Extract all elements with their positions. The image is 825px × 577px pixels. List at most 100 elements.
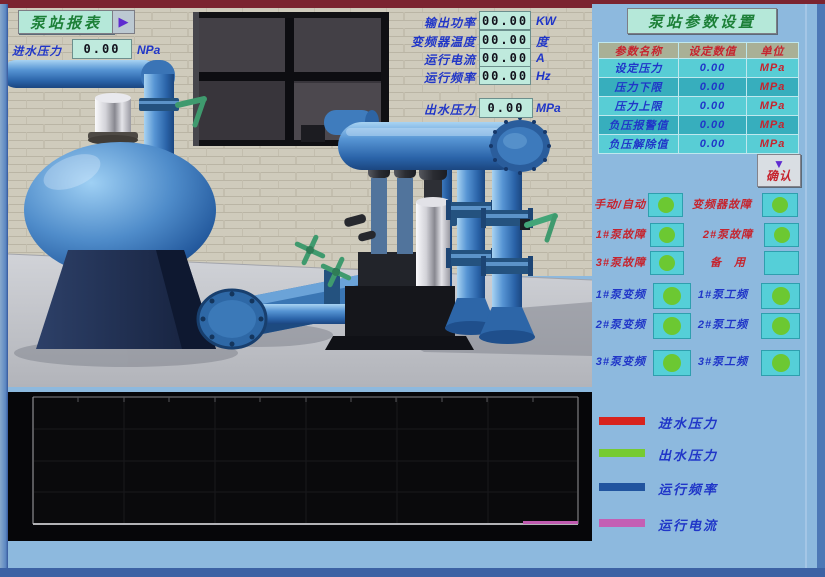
trend-chart xyxy=(8,392,592,541)
tank-top-vessel xyxy=(88,93,138,145)
setting-value-cell[interactable]: 0.00 xyxy=(679,135,747,154)
setting-name-cell: 压力下限 xyxy=(599,78,679,97)
readout-label: 变频器温度 xyxy=(368,33,476,50)
setting-unit-cell: MPa xyxy=(747,116,799,135)
frame-left xyxy=(0,4,8,568)
lamp-on-icon xyxy=(772,197,788,213)
setting-name-cell: 负压报警值 xyxy=(599,116,679,135)
status-label-6: 备 用 xyxy=(698,249,758,275)
readout-label: 输出功率 xyxy=(368,14,476,31)
settings-header-cell: 参数名称 xyxy=(599,43,679,59)
setting-value-cell[interactable]: 0.00 xyxy=(679,97,747,116)
status-lamp-2 xyxy=(762,193,798,217)
outlet-pressure-unit: MPa xyxy=(536,101,561,115)
status-lamp-5 xyxy=(650,251,684,275)
readout-unit: 度 xyxy=(536,33,548,50)
inlet-pressure-value: 0.00 xyxy=(72,39,132,59)
settings-header-cell: 单位 xyxy=(747,43,799,59)
frame-bottom xyxy=(0,568,825,577)
settings-table-header: 参数名称设定数值单位 xyxy=(599,43,799,59)
status-label-11: 3#泵变频 xyxy=(592,348,646,374)
status-lamp-12 xyxy=(761,350,800,376)
setting-unit-cell: MPa xyxy=(747,59,799,78)
settings-table-row: 压力下限0.00MPa xyxy=(599,78,799,97)
status-label-4: 2#泵故障 xyxy=(698,221,758,247)
setting-unit-cell: MPa xyxy=(747,135,799,154)
status-label-5: 3#泵故障 xyxy=(592,249,646,275)
readout-label: 运行电流 xyxy=(368,51,476,68)
status-lamp-11 xyxy=(653,350,691,376)
settings-table-row: 压力上限0.00MPa xyxy=(599,97,799,116)
legend-label: 运行频率 xyxy=(658,479,718,498)
settings-table-row: 负压解除值0.00MPa xyxy=(599,135,799,154)
status-label-9: 2#泵变频 xyxy=(592,311,646,337)
settings-table-row: 设定压力0.00MPa xyxy=(599,59,799,78)
lamp-on-icon xyxy=(663,317,681,335)
readout-value: 00.00 xyxy=(479,11,531,30)
status-label-1: 手动/自动 xyxy=(578,191,646,217)
lamp-on-icon xyxy=(774,227,790,243)
status-lamp-10 xyxy=(761,313,800,339)
status-lamp-8 xyxy=(761,283,800,309)
outlet-manifold xyxy=(338,116,551,175)
inlet-pressure-unit: NPa xyxy=(137,43,160,57)
status-label-3: 1#泵故障 xyxy=(592,221,646,247)
status-lamp-1[interactable] xyxy=(648,193,683,217)
settings-table: 参数名称设定数值单位设定压力0.00MPa压力下限0.00MPa压力上限0.00… xyxy=(598,42,799,154)
setting-unit-cell: MPa xyxy=(747,78,799,97)
settings-table-row: 负压报警值0.00MPa xyxy=(599,116,799,135)
status-label-12: 3#泵工频 xyxy=(694,348,752,374)
current-trace-segment xyxy=(523,521,578,524)
legend-label: 运行电流 xyxy=(658,515,718,534)
status-label-10: 2#泵工频 xyxy=(694,311,752,337)
outlet-pressure-value: 0.00 xyxy=(479,98,533,118)
lamp-on-icon xyxy=(658,197,674,213)
status-lamp-7 xyxy=(653,283,691,309)
frame-right xyxy=(817,4,825,568)
setting-name-cell: 压力上限 xyxy=(599,97,679,116)
setting-name-cell: 设定压力 xyxy=(599,59,679,78)
status-label-2: 变频器故障 xyxy=(684,191,760,217)
readout-value: 00.00 xyxy=(479,66,531,85)
trend-chart-plot xyxy=(8,392,592,541)
report-arrow-button[interactable]: ▶ xyxy=(112,10,135,34)
lamp-on-icon xyxy=(659,227,675,243)
setting-value-cell[interactable]: 0.00 xyxy=(679,116,747,135)
legend-color-bar xyxy=(599,449,645,457)
settings-title: 泵站参数设置 xyxy=(627,8,777,34)
lamp-on-icon xyxy=(663,287,681,305)
outlet-pressure-label: 出水压力 xyxy=(424,101,476,118)
panel-divider xyxy=(805,4,807,568)
confirm-arrow-icon: ▼ xyxy=(773,159,785,169)
lamp-on-icon xyxy=(772,287,790,305)
setting-value-cell[interactable]: 0.00 xyxy=(679,59,747,78)
status-lamp-4 xyxy=(764,223,799,247)
report-button[interactable]: 泵站报表 xyxy=(18,10,114,34)
setting-value-cell[interactable]: 0.00 xyxy=(679,78,747,97)
status-label-7: 1#泵变频 xyxy=(592,281,646,307)
frame-top xyxy=(0,0,825,4)
readout-value: 00.00 xyxy=(479,30,531,49)
inlet-pressure-label: 进水压力 xyxy=(12,43,62,59)
lamp-on-icon xyxy=(772,354,790,372)
legend-label: 出水压力 xyxy=(658,445,718,464)
setting-unit-cell: MPa xyxy=(747,97,799,116)
status-lamp-3 xyxy=(650,223,684,247)
settings-header-cell: 设定数值 xyxy=(679,43,747,59)
status-lamp-6 xyxy=(764,251,799,275)
readout-value: 00.00 xyxy=(479,48,531,67)
readout-unit: Hz xyxy=(536,69,551,83)
readout-label: 运行频率 xyxy=(368,69,476,86)
hmi-screen: 泵站报表 ▶ 进水压力 0.00 NPa 出水压力 0.00 MPa 泵站参数设… xyxy=(0,0,825,577)
lamp-on-icon xyxy=(659,255,675,271)
status-label-8: 1#泵工频 xyxy=(694,281,752,307)
legend-color-bar xyxy=(599,519,645,527)
confirm-button[interactable]: ▼ 确认 xyxy=(757,154,801,187)
status-lamp-9 xyxy=(653,313,691,339)
legend-color-bar xyxy=(599,417,645,425)
legend-color-bar xyxy=(599,483,645,491)
lamp-on-icon xyxy=(663,354,681,372)
legend-label: 进水压力 xyxy=(658,413,718,432)
confirm-label: 确认 xyxy=(766,169,792,183)
setting-name-cell: 负压解除值 xyxy=(599,135,679,154)
